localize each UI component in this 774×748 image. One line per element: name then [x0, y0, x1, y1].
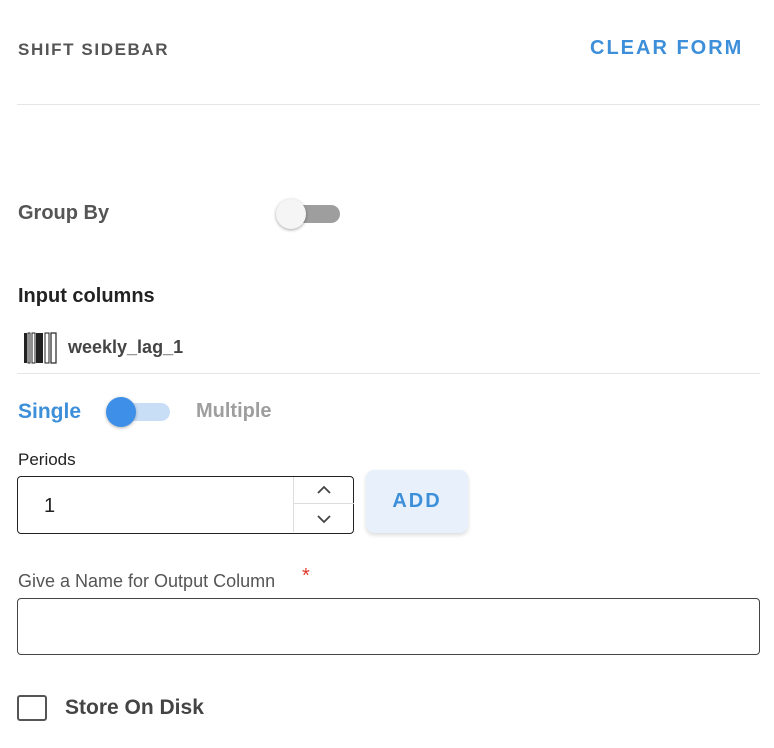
columns-divider	[17, 373, 760, 374]
multiple-mode-label[interactable]: Multiple	[196, 400, 272, 423]
mode-toggle-knob	[106, 397, 136, 427]
header-divider	[17, 104, 760, 105]
single-multiple-toggle[interactable]	[106, 396, 172, 428]
clear-form-button[interactable]: CLEAR FORM	[590, 37, 743, 60]
add-period-button[interactable]: ADD	[366, 470, 468, 533]
barcode-icon	[24, 332, 58, 364]
store-on-disk-label[interactable]: Store On Disk	[65, 696, 204, 720]
output-column-label: Give a Name for Output Column	[18, 571, 276, 591]
periods-value[interactable]: 1	[44, 495, 55, 518]
chevron-down-icon	[317, 514, 331, 523]
output-column-name-input[interactable]	[17, 598, 760, 655]
input-columns-label: Input columns	[18, 285, 155, 307]
chevron-up-icon	[317, 485, 331, 494]
single-mode-label[interactable]: Single	[18, 400, 81, 424]
sidebar-title: SHIFT SIDEBAR	[18, 40, 170, 59]
decrement-button[interactable]	[294, 505, 354, 532]
group-by-toggle[interactable]	[276, 198, 342, 230]
periods-label: Periods	[18, 450, 76, 469]
increment-button[interactable]	[294, 477, 354, 504]
store-on-disk-checkbox[interactable]	[17, 695, 47, 721]
group-by-toggle-knob	[276, 199, 306, 229]
group-by-label: Group By	[18, 202, 110, 224]
periods-stepper	[293, 477, 354, 532]
required-asterisk: *	[302, 565, 310, 587]
input-column-name: weekly_lag_1	[68, 337, 184, 357]
periods-number-input[interactable]: 1	[17, 476, 354, 534]
